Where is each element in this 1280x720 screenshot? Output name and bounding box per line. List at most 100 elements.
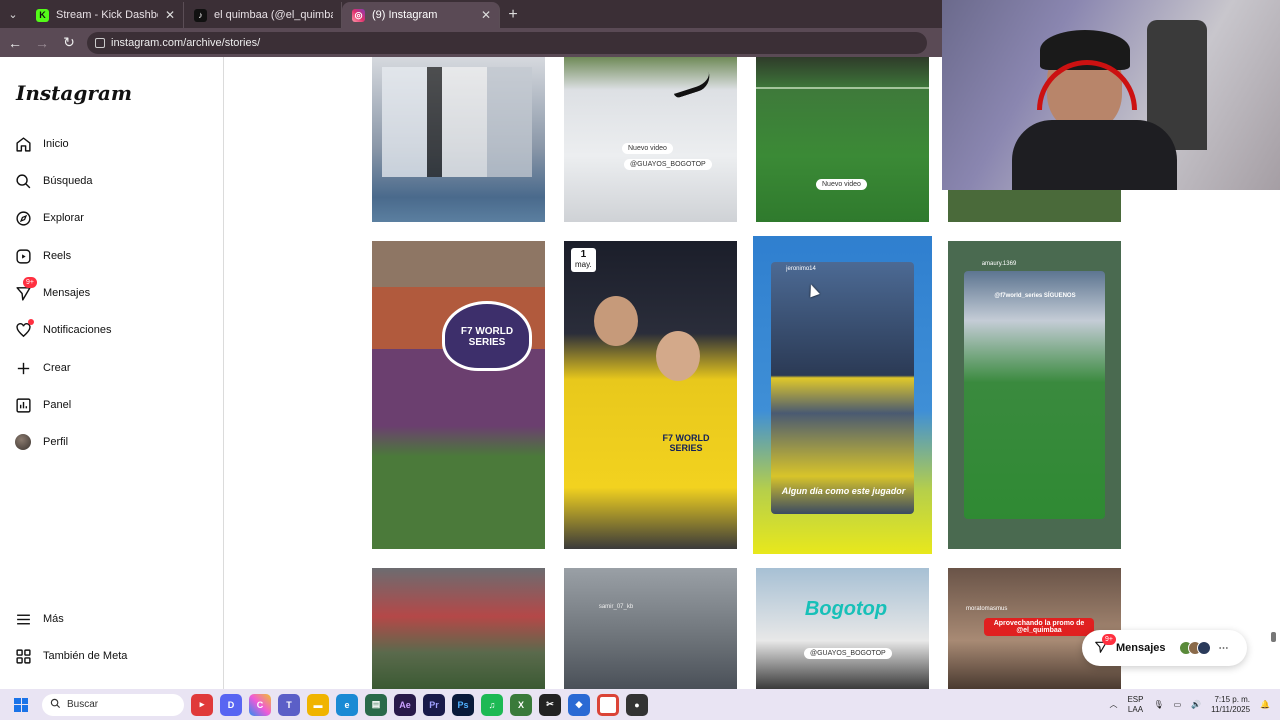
url-text: instagram.com/archive/stories/ xyxy=(111,36,261,49)
sidebar-item-mensajes[interactable]: 9+ Mensajes xyxy=(14,277,91,308)
sidebar-item-label: Mensajes xyxy=(43,287,91,299)
new-tab-button[interactable]: + xyxy=(500,2,526,28)
capcut-icon[interactable]: ✂ xyxy=(539,693,561,716)
page-scrollbar[interactable] xyxy=(1271,632,1276,642)
windows-start-icon[interactable] xyxy=(14,697,28,712)
obs-icon[interactable]: ● xyxy=(626,693,648,716)
field-line xyxy=(756,87,929,89)
messenger-icon: 9+ xyxy=(14,277,37,302)
tab-search-button[interactable]: ⌄ xyxy=(0,0,26,28)
edge-icon[interactable]: e xyxy=(336,693,358,716)
kick-icon: K xyxy=(36,8,49,22)
copilot-icon[interactable]: C xyxy=(249,693,271,716)
forward-button[interactable]: → xyxy=(30,31,54,55)
tab-title: (9) Instagram xyxy=(372,9,438,21)
instagram-sidebar: Instagram Inicio Búsqueda Explorar Reels… xyxy=(0,57,224,689)
chevron-up-icon[interactable]: ︿ xyxy=(1109,699,1117,710)
story-tile[interactable] xyxy=(372,57,545,222)
sidebar-item-notificaciones[interactable]: Notificaciones xyxy=(14,315,111,345)
story-tile[interactable]: 1 may. F7 WORLD SERIES xyxy=(564,241,737,549)
after-effects-icon[interactable]: Ae xyxy=(394,693,416,716)
story-handle: amaury.1369 xyxy=(981,261,1017,267)
story-sticker: Nuevo video xyxy=(622,143,673,154)
notifications-icon[interactable]: 🔔 xyxy=(1260,700,1270,709)
sidebar-item-inicio[interactable]: Inicio xyxy=(14,129,69,159)
clock[interactable]: 7:15 p. m. 11/11/2025 xyxy=(1211,695,1250,715)
story-caption: Bogotop xyxy=(804,598,888,620)
sidebar-item-explorar[interactable]: Explorar xyxy=(14,203,84,233)
messages-label: Mensajes xyxy=(1116,642,1166,654)
story-tile[interactable]: samir_07_kb xyxy=(564,568,737,689)
sidebar-item-busqueda[interactable]: Búsqueda xyxy=(14,166,93,196)
premiere-icon[interactable]: Pr xyxy=(423,693,445,716)
story-tile[interactable]: Bogotop @GUAYOS_BOGOTOP xyxy=(756,568,929,689)
chrome-icon[interactable] xyxy=(597,693,619,716)
story-photo xyxy=(964,271,1105,519)
tab-tiktok[interactable]: ♪ el quimbaa (@el_quimbaa) | xyxy=(184,2,342,28)
network-icon[interactable]: ▭ xyxy=(1174,700,1182,709)
sidebar-item-reels[interactable]: Reels xyxy=(14,241,71,271)
story-tile[interactable]: amaury.1369 @f7world_series SÍGUENOS xyxy=(948,241,1121,549)
taskbar-search[interactable]: Buscar xyxy=(42,693,184,716)
lang-layout: LAA xyxy=(1127,704,1144,714)
back-button[interactable]: ← xyxy=(3,31,27,55)
compass-icon xyxy=(14,209,32,227)
instagram-icon: ◎ xyxy=(352,8,365,22)
sidebar-item-mas[interactable]: Más xyxy=(14,604,64,634)
file-explorer-icon[interactable]: ▬ xyxy=(307,693,329,716)
story-caption: F7 WORLD SERIES xyxy=(460,326,514,348)
language-indicator[interactable]: ESP LAA xyxy=(1127,695,1143,715)
close-icon[interactable]: ✕ xyxy=(165,8,175,22)
reload-button[interactable]: ↻ xyxy=(57,31,81,55)
story-tile[interactable]: moratomasmus Aprovechando la promo de @e… xyxy=(948,568,1121,689)
xbox-icon[interactable]: X xyxy=(510,693,532,716)
app-icon[interactable]: ▤ xyxy=(365,693,387,716)
microphone-icon[interactable]: 🎙 xyxy=(1153,700,1163,709)
teams-icon[interactable]: T xyxy=(278,693,300,716)
sidebar-item-label: Notificaciones xyxy=(43,324,112,336)
tab-instagram[interactable]: ◎ (9) Instagram ✕ xyxy=(342,2,500,28)
avatar xyxy=(1196,641,1211,655)
address-bar[interactable]: instagram.com/archive/stories/ xyxy=(87,31,927,54)
story-caption: @f7world_series SÍGUENOS xyxy=(994,293,1076,299)
clock-date: 11/11/2025 xyxy=(1211,704,1251,714)
sidebar-item-label: Reels xyxy=(43,250,72,262)
sidebar-item-label: Más xyxy=(43,613,64,625)
more-icon[interactable]: ⋯ xyxy=(1219,643,1229,654)
story-tile[interactable]: Nuevo video @GUAYOS_BOGOTOP xyxy=(564,57,737,222)
recent-chat-avatars xyxy=(1178,641,1211,655)
photoshop-icon[interactable]: Ps xyxy=(452,693,474,716)
search-placeholder: Buscar xyxy=(67,699,99,710)
discord-icon[interactable]: D xyxy=(220,693,242,716)
sidebar-item-crear[interactable]: Crear xyxy=(14,353,71,383)
tab-kick[interactable]: K Stream - Kick Dashboard ✕ xyxy=(26,2,184,28)
streamer-webcam xyxy=(942,0,1280,190)
app-icon[interactable]: ◆ xyxy=(568,693,590,716)
instagram-logo[interactable]: Instagram xyxy=(16,81,132,105)
story-tile-hovered[interactable]: jeronimo14 Algun día como este jugador xyxy=(753,236,932,554)
story-handle: jeronimo14 xyxy=(786,266,816,272)
player-face xyxy=(594,296,638,346)
story-tile[interactable]: Nuevo video xyxy=(756,57,929,222)
story-tile[interactable]: F7 WORLD SERIES xyxy=(372,241,545,549)
taskbar-app-icon[interactable]: ▸ xyxy=(191,693,213,716)
story-sticker: Nuevo video xyxy=(816,179,867,190)
notification-dot xyxy=(28,319,34,325)
story-tile[interactable] xyxy=(372,568,545,689)
sidebar-item-label: Panel xyxy=(43,399,72,411)
sidebar-item-panel[interactable]: Panel xyxy=(14,390,71,420)
sidebar-item-meta[interactable]: También de Meta xyxy=(14,641,127,671)
sidebar-item-label: También de Meta xyxy=(43,650,128,662)
plus-icon xyxy=(14,359,32,377)
close-icon[interactable]: ✕ xyxy=(481,8,491,22)
spotify-icon[interactable]: ♫ xyxy=(481,693,503,716)
system-tray: ︿ ESP LAA 🎙 ▭ 🔊 7:15 p. m. 11/11/2025 🔔 xyxy=(1109,689,1270,720)
volume-icon[interactable]: 🔊 xyxy=(1191,700,1201,709)
tab-title: Stream - Kick Dashboard xyxy=(56,9,158,21)
messages-floating-button[interactable]: 9+ Mensajes ⋯ xyxy=(1082,630,1247,666)
heart-icon xyxy=(14,319,34,339)
sidebar-item-perfil[interactable]: Perfil xyxy=(14,427,68,457)
story-photo xyxy=(382,67,532,177)
windows-taskbar: Buscar ▸ D C T ▬ e ▤ Ae Pr Ps ♫ X ✂ ◆ ● … xyxy=(0,689,1280,720)
site-info-icon[interactable] xyxy=(95,37,105,48)
